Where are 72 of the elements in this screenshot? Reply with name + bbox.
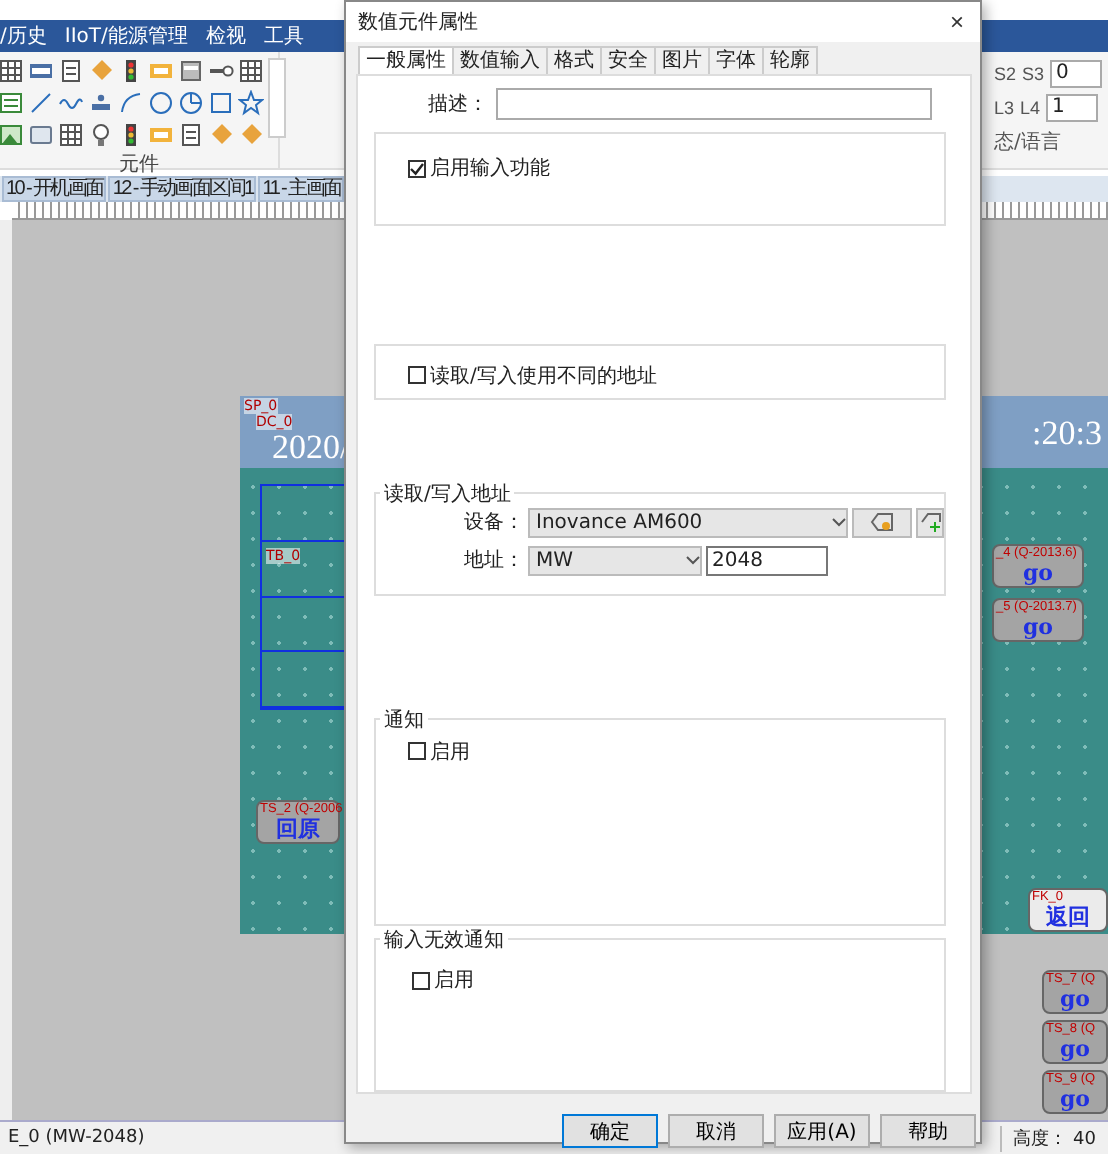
document-icon[interactable] (177, 122, 203, 148)
plus-icon (919, 512, 942, 533)
device-select[interactable]: Inovance AM600 (528, 507, 849, 538)
window-title: 数值元件属性 (358, 9, 478, 36)
star-icon[interactable] (237, 90, 263, 116)
document-icon[interactable] (57, 58, 83, 84)
group-title: 读取/写入地址 (380, 479, 515, 508)
field-label: 地址： (464, 547, 524, 575)
field-label: S2 (993, 64, 1016, 84)
document-tab[interactable]: 10 - 开机画面 (2, 176, 107, 202)
menu-item[interactable]: 工具 (263, 22, 304, 50)
tab[interactable]: 安全 (600, 46, 656, 74)
group-label: 态/语言 (993, 129, 1061, 156)
scroll-bar[interactable] (267, 58, 285, 138)
figure-icon[interactable] (87, 90, 113, 116)
field-label: 设备： (464, 510, 524, 537)
tab[interactable]: 字体 (708, 46, 764, 74)
caret-icon (832, 517, 847, 528)
field-label: L3 (993, 98, 1014, 118)
tag-button[interactable] (852, 507, 913, 538)
caret-icon (686, 555, 700, 566)
table-icon[interactable] (237, 58, 263, 84)
input-field[interactable] (496, 88, 932, 120)
counter-icon[interactable] (27, 58, 53, 84)
tab[interactable]: 图片 (654, 46, 710, 74)
checkbox[interactable]: 启用 (412, 966, 474, 995)
dialog-button[interactable]: 帮助 (880, 1114, 976, 1148)
circle-icon[interactable] (147, 90, 173, 116)
tab[interactable]: 数值输入 (452, 46, 548, 74)
field-label: S3 (1021, 64, 1044, 84)
field-label: L4 (1019, 98, 1040, 118)
frame-icon[interactable] (27, 122, 53, 148)
time-text: :20:3 (1032, 416, 1102, 452)
arc-icon[interactable] (117, 90, 143, 116)
line-icon[interactable] (27, 90, 53, 116)
menu-item[interactable]: /历史 (0, 22, 47, 50)
date-text: 2020/ (272, 430, 350, 466)
device-icon[interactable] (177, 58, 203, 84)
tab[interactable]: 一般属性 (358, 46, 454, 74)
table-icon[interactable] (0, 58, 23, 84)
square-icon[interactable] (207, 90, 233, 116)
table-icon[interactable] (57, 122, 83, 148)
bulb-icon[interactable] (87, 122, 113, 148)
group-title: 输入无效通知 (380, 926, 508, 955)
group-title: 通知 (380, 705, 428, 734)
group-label: 元件 (119, 152, 159, 177)
area-select[interactable]: MW (528, 545, 702, 576)
field-label: 描述： (428, 91, 488, 118)
dialog-button[interactable]: 确定 (562, 1114, 658, 1148)
tab[interactable]: 轮廓 (762, 46, 818, 74)
checkmark-icon (410, 161, 424, 175)
tab[interactable]: 格式 (546, 46, 602, 74)
checkbox[interactable]: 读取/写入使用不同的地址 (408, 361, 657, 390)
pie-icon[interactable] (177, 90, 203, 116)
document-tab[interactable]: 11 - 主画面 (258, 176, 345, 202)
checkbox[interactable]: 启用输入功能 (408, 154, 550, 182)
status-text: E_0 (MW-2048) (6, 1128, 147, 1148)
add-button[interactable] (916, 507, 944, 538)
tag-icon (870, 512, 895, 533)
list-icon[interactable] (0, 90, 23, 116)
dialog-button[interactable]: 取消 (668, 1114, 764, 1148)
spin-field[interactable]: 0 (1050, 60, 1102, 88)
dialog-button[interactable]: 应用(A) (774, 1114, 870, 1148)
close-button[interactable]: × (945, 8, 968, 36)
status-text: 高度： 40 (999, 1125, 1108, 1151)
document-tab[interactable]: 12 - 手动画面区间1 (108, 176, 257, 202)
spin-field[interactable]: 1 (1046, 94, 1098, 122)
menu-item[interactable]: IIoT/能源管理 (64, 22, 188, 50)
address-field[interactable]: 2048 (706, 545, 828, 576)
menu-item[interactable]: 检视 (205, 22, 246, 50)
checkbox[interactable]: 启用 (408, 737, 470, 766)
image-icon[interactable] (0, 122, 23, 148)
